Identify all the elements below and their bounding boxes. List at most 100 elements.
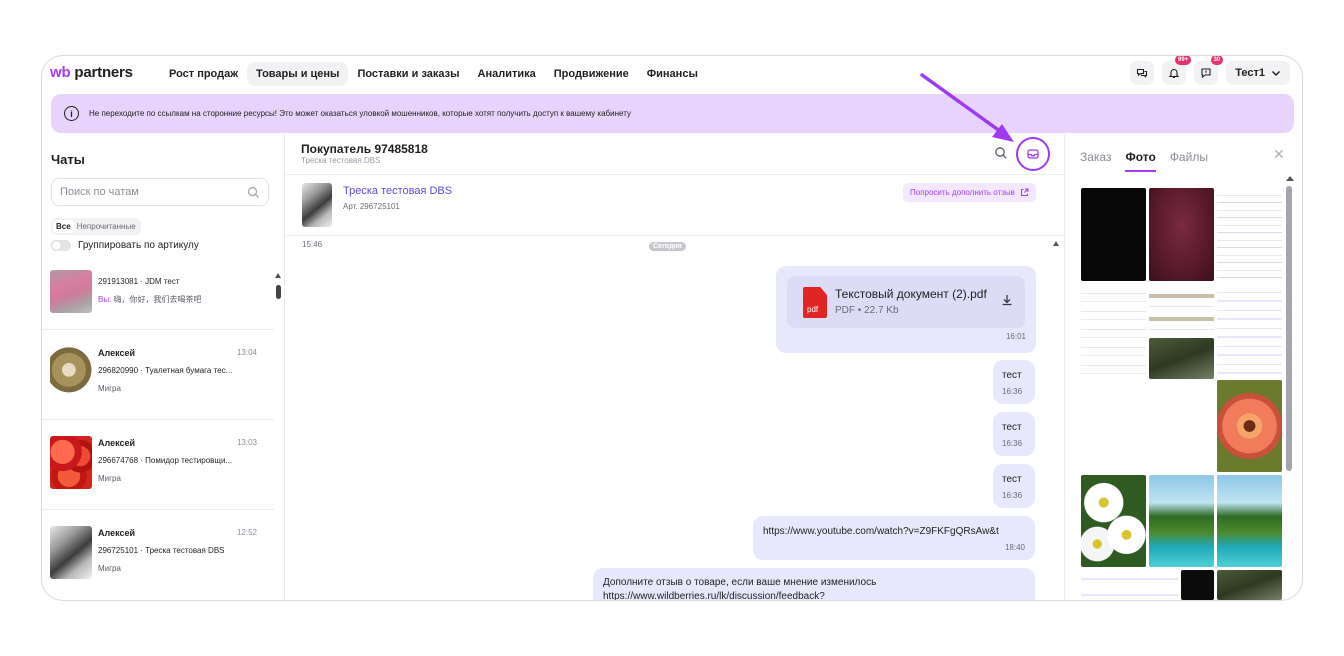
nav-item-promotion[interactable]: Продвижение xyxy=(545,62,638,86)
chat-list-item[interactable]: 291913081 · JDM тест Вы: 嗨，你好，我们去喝茶吧 xyxy=(42,270,274,330)
message-bubble: Дополните отзыв о товаре, если ваше мнен… xyxy=(593,568,1035,600)
nav-item-finance[interactable]: Финансы xyxy=(638,62,707,86)
nav-item-supplies-orders[interactable]: Поставки и заказы xyxy=(348,62,468,86)
photo-thumbnail[interactable] xyxy=(1081,188,1146,281)
message-text: тест xyxy=(1002,370,1022,381)
message-text: Дополните отзыв о товаре, если ваше мнен… xyxy=(603,577,877,588)
chat-product-thumbnail xyxy=(50,526,92,579)
chat-last-prefix: Вы: xyxy=(98,295,112,304)
scroll-up-arrow-icon[interactable] xyxy=(1286,176,1294,181)
photo-thumbnail[interactable] xyxy=(1149,188,1214,281)
info-icon: i xyxy=(64,106,79,121)
filter-unread[interactable]: Непрочитанные xyxy=(74,220,139,233)
product-image xyxy=(302,183,332,227)
search-icon xyxy=(247,186,259,198)
conversation-scroll-up-icon[interactable] xyxy=(1053,241,1059,246)
chat-time: 12:52 xyxy=(236,528,257,537)
message-time: 16:36 xyxy=(1002,387,1023,396)
media-tabs: Заказ Фото Файлы xyxy=(1080,150,1208,172)
chat-article: 296725101 · Треска тестовая DBS xyxy=(98,546,225,555)
archive-inbox-icon xyxy=(1027,149,1039,159)
chats-title: Чаты xyxy=(51,152,85,167)
chat-last-message: Мигра xyxy=(98,564,121,573)
day-label: Сегодня xyxy=(649,242,686,251)
photo-thumbnail[interactable] xyxy=(1149,338,1214,379)
wb-partners-logo[interactable]: wb partners xyxy=(50,64,133,81)
photo-thumbnail[interactable] xyxy=(1081,570,1178,600)
top-navigation: wb partners Рост продаж Товары и цены По… xyxy=(42,56,1302,92)
photo-thumbnail[interactable] xyxy=(1081,475,1146,567)
chat-product-thumbnail xyxy=(50,346,92,399)
photo-thumbnail[interactable] xyxy=(1149,475,1214,567)
message-link[interactable]: https://www.youtube.com/watch?v=Z9FKFgQR… xyxy=(763,526,999,537)
chat-search-input[interactable] xyxy=(60,186,220,198)
archive-button[interactable] xyxy=(1016,137,1050,171)
buyer-title: Покупатель 97485818 xyxy=(301,142,428,156)
day-separator: 15:46 Сегодня xyxy=(286,238,1064,256)
message-text: тест xyxy=(1002,474,1022,485)
tab-order[interactable]: Заказ xyxy=(1080,150,1111,172)
filter-all[interactable]: Все xyxy=(53,220,74,233)
chat-last-message: Мигра xyxy=(98,474,121,483)
chat-list-item[interactable]: Алексей 12:52 296725101 · Треска тестова… xyxy=(42,510,274,600)
chat-article: 296820990 · Туалетная бумага тес... xyxy=(98,366,233,375)
chat-time: 13:04 xyxy=(236,348,257,357)
messages-badge: 30 xyxy=(1210,56,1224,65)
photo-thumbnail[interactable] xyxy=(1081,284,1146,379)
chat-list-item[interactable]: Алексей 13:03 296674768 · Помидор тестир… xyxy=(42,420,274,510)
tab-photo[interactable]: Фото xyxy=(1125,150,1156,172)
group-by-article-toggle[interactable] xyxy=(51,240,71,251)
message-time: 16:01 xyxy=(1005,332,1026,341)
tab-files[interactable]: Файлы xyxy=(1170,150,1208,172)
photo-thumbnail[interactable] xyxy=(1217,284,1282,379)
message-bubble: тест 16:36 xyxy=(993,412,1035,456)
file-meta: PDF • 22.7 Kb xyxy=(835,305,899,316)
chat-search[interactable] xyxy=(51,178,269,206)
messages-button[interactable]: 30 xyxy=(1194,56,1224,85)
nav-item-growth[interactable]: Рост продаж xyxy=(160,62,247,86)
buyer-subtitle: Треска тестовая DBS xyxy=(301,156,381,165)
nav-item-analytics[interactable]: Аналитика xyxy=(469,62,545,86)
nav-item-goods-prices[interactable]: Товары и цены xyxy=(247,62,349,86)
chat-last-text: 嗨，你好，我们去喝茶吧 xyxy=(113,295,202,304)
chat-last-message: Мигра xyxy=(98,384,121,393)
message-bubble: тест 16:36 xyxy=(993,464,1035,508)
notifications-button[interactable]: 99+ xyxy=(1162,56,1192,85)
conversation-panel: Покупатель 97485818 Треска тестовая DBS … xyxy=(286,134,1064,600)
chat-button[interactable] xyxy=(1130,61,1155,85)
conversation-search-icon[interactable] xyxy=(994,146,1008,160)
photo-thumbnail[interactable] xyxy=(1217,188,1282,281)
message-bubble: https://www.youtube.com/watch?v=Z9FKFgQR… xyxy=(753,516,1035,560)
chat-name: Алексей xyxy=(98,348,136,358)
photo-thumbnail[interactable] xyxy=(1217,475,1282,567)
photo-thumbnail[interactable] xyxy=(1217,570,1282,600)
chat-product-thumbnail xyxy=(50,436,92,489)
chat-list-scrollbar[interactable] xyxy=(274,270,282,600)
chat-last-message: Вы: 嗨，你好，我们去喝茶吧 xyxy=(98,294,202,305)
chat-list-item[interactable]: Алексей 13:04 296820990 · Туалетная бума… xyxy=(42,330,274,420)
photo-thumbnail[interactable] xyxy=(1217,380,1282,472)
download-icon[interactable] xyxy=(1000,293,1014,307)
pdf-file-icon: pdf xyxy=(803,287,827,318)
product-link[interactable]: Треска тестовая DBS xyxy=(343,185,452,197)
request-review-button[interactable]: Попросить дополнить отзыв xyxy=(903,183,1036,202)
media-scrollbar[interactable] xyxy=(1286,174,1294,600)
message-link[interactable]: https://www.wildberries.ru/lk/discussion… xyxy=(603,591,825,600)
file-attachment[interactable]: pdf Текстовый документ (2).pdf PDF • 22.… xyxy=(787,276,1025,328)
chat-product-thumbnail xyxy=(50,270,92,313)
product-article: Арт. 296725101 xyxy=(343,202,400,211)
chat-name: Алексей xyxy=(98,528,136,538)
request-review-label: Попросить дополнить отзыв xyxy=(910,188,1015,197)
message-text: тест xyxy=(1002,422,1022,433)
scroll-up-arrow-icon[interactable] xyxy=(275,273,281,278)
file-name: Текстовый документ (2).pdf xyxy=(835,287,987,301)
photo-thumbnail[interactable] xyxy=(1181,570,1214,600)
close-icon[interactable]: ✕ xyxy=(1273,146,1285,163)
message-time: 16:36 xyxy=(1002,491,1023,500)
scrollbar-thumb[interactable] xyxy=(276,285,281,299)
top-actions: 99+ 30 Тест1 xyxy=(1130,56,1290,85)
user-menu-button[interactable]: Тест1 xyxy=(1226,61,1290,85)
chat-filters: Все Непрочитанные xyxy=(51,218,141,235)
scrollbar-thumb[interactable] xyxy=(1286,186,1292,471)
group-by-article-label: Группировать по артикулу xyxy=(78,240,199,251)
